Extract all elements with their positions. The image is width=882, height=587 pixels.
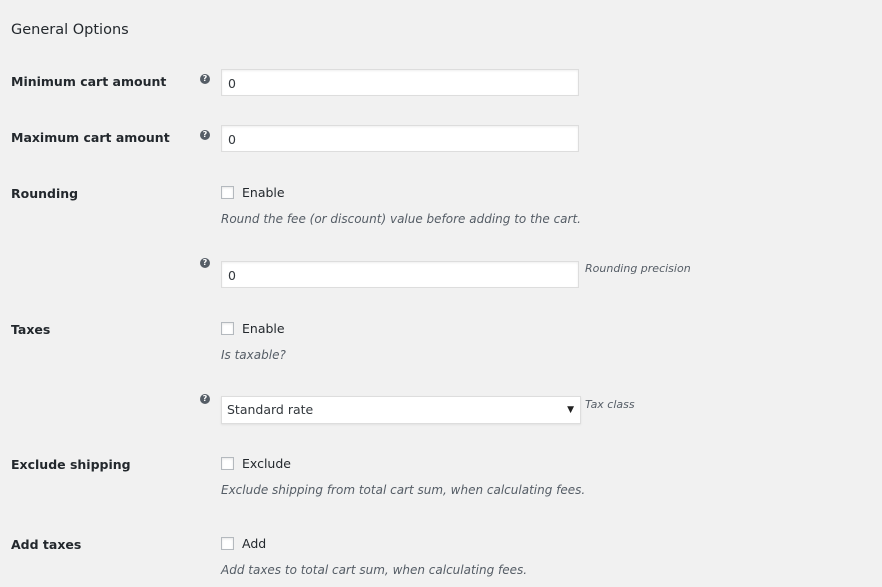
min-cart-label: Minimum cart amount	[11, 74, 167, 89]
exclude-shipping-checkbox-label[interactable]: Exclude	[242, 456, 291, 471]
add-taxes-description: Add taxes to total cart sum, when calcul…	[221, 563, 528, 577]
rounding-precision-description: Rounding precision	[585, 262, 691, 275]
question-circle-icon[interactable]: ?	[200, 258, 210, 268]
max-cart-input[interactable]: 0	[221, 125, 579, 152]
taxes-enable-checkbox[interactable]	[221, 322, 234, 335]
chevron-down-icon: ▼	[567, 405, 574, 415]
add-taxes-option[interactable]: Add	[221, 536, 266, 551]
add-taxes-label: Add taxes	[11, 537, 82, 552]
tax-class-select[interactable]: Standard rate ▼	[221, 396, 581, 424]
taxes-enable-label[interactable]: Enable	[242, 321, 285, 336]
min-cart-input[interactable]: 0	[221, 69, 579, 96]
rounding-precision-input[interactable]: 0	[221, 261, 579, 288]
section-title: General Options	[11, 22, 129, 38]
tax-class-selected-value: Standard rate	[227, 402, 314, 417]
rounding-enable-option[interactable]: Enable	[221, 185, 285, 200]
exclude-shipping-description: Exclude shipping from total cart sum, wh…	[221, 483, 586, 497]
add-taxes-checkbox-label[interactable]: Add	[242, 536, 266, 551]
question-circle-icon[interactable]: ?	[200, 394, 210, 404]
rounding-label: Rounding	[11, 186, 79, 201]
rounding-description: Round the fee (or discount) value before…	[221, 212, 581, 226]
taxes-description: Is taxable?	[221, 348, 286, 362]
exclude-shipping-option[interactable]: Exclude	[221, 456, 291, 471]
exclude-shipping-checkbox[interactable]	[221, 457, 234, 470]
taxes-label: Taxes	[11, 322, 51, 337]
add-taxes-checkbox[interactable]	[221, 537, 234, 550]
question-circle-icon[interactable]: ?	[200, 74, 210, 84]
question-circle-icon[interactable]: ?	[200, 130, 210, 140]
taxes-enable-option[interactable]: Enable	[221, 321, 285, 336]
exclude-shipping-label: Exclude shipping	[11, 457, 131, 472]
rounding-enable-label[interactable]: Enable	[242, 185, 285, 200]
tax-class-description: Tax class	[585, 398, 635, 411]
rounding-enable-checkbox[interactable]	[221, 186, 234, 199]
max-cart-label: Maximum cart amount	[11, 130, 170, 145]
